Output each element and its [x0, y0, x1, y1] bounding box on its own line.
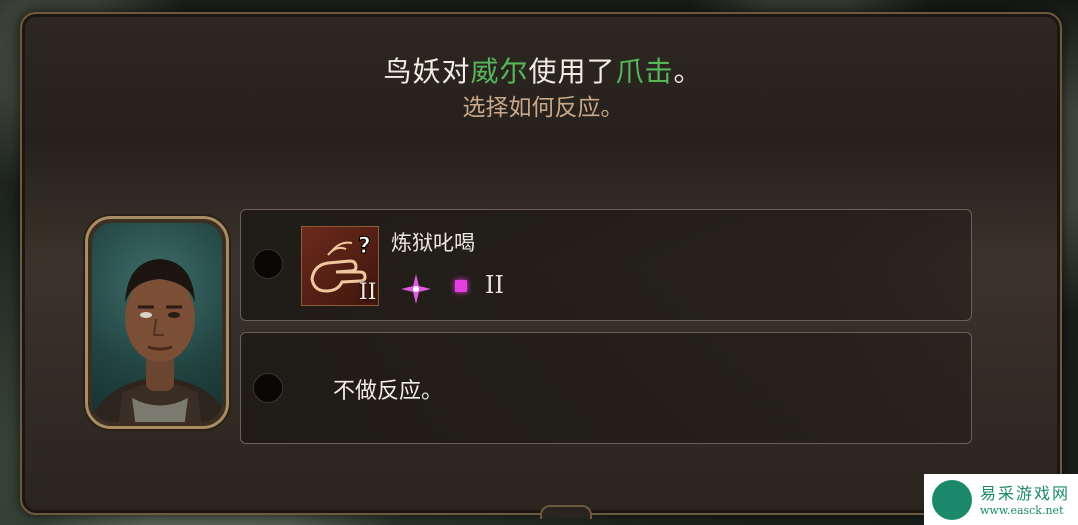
spell-slot-level: II — [485, 271, 504, 299]
site-watermark: 易采游戏网 www.easck.net — [924, 474, 1078, 525]
character-portrait — [92, 223, 222, 422]
panel-notch — [540, 505, 592, 519]
option-radio[interactable] — [253, 249, 283, 279]
dialog-title: 鸟妖对威尔使用了爪击。 — [22, 54, 1064, 90]
title-mid: 使用了 — [528, 55, 616, 88]
option-radio[interactable] — [253, 373, 283, 403]
watermark-logo-icon — [932, 480, 972, 520]
spell-slot-icon — [455, 280, 467, 292]
dialog-header: 鸟妖对威尔使用了爪击。 选择如何反应。 — [22, 54, 1064, 124]
no-reaction-label: 不做反应。 — [333, 379, 444, 404]
reaction-option-skill[interactable]: ? II 炼狱叱喝 II — [240, 209, 972, 321]
watermark-url: www.easck.net — [980, 504, 1064, 517]
skill-level: II — [359, 280, 377, 305]
skill-name: 炼狱叱喝 — [391, 231, 475, 255]
target-name: 威尔 — [470, 55, 529, 88]
sparkle-icon — [401, 274, 431, 304]
title-prefix: 鸟妖对 — [383, 55, 471, 88]
character-portrait-icon — [92, 259, 222, 422]
title-suffix: 。 — [673, 55, 703, 88]
watermark-text: 易采游戏网 — [980, 484, 1071, 503]
character-portrait-frame — [85, 216, 229, 429]
reaction-option-none[interactable]: 不做反应。 — [240, 332, 972, 444]
dialog-subtitle: 选择如何反应。 — [462, 95, 624, 121]
action-name: 爪击 — [615, 55, 674, 88]
svg-text:?: ? — [358, 234, 371, 259]
